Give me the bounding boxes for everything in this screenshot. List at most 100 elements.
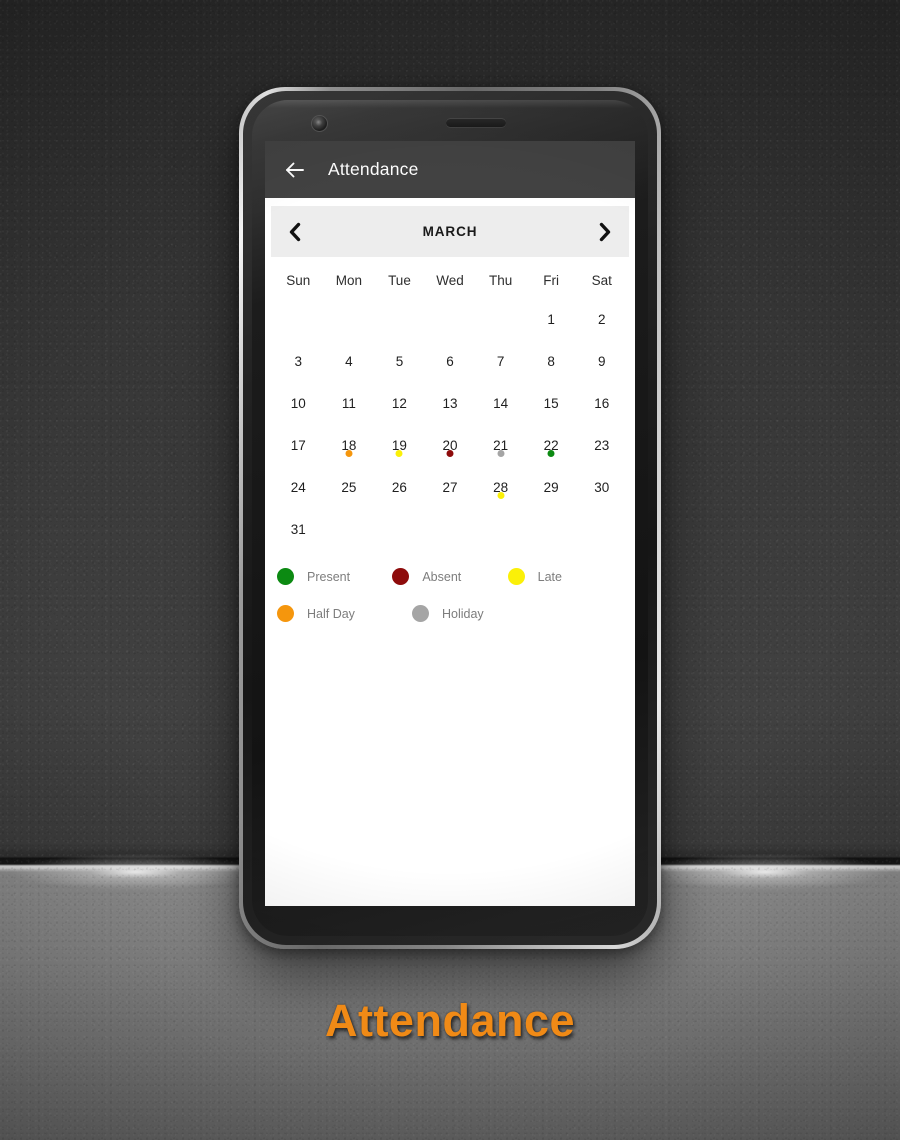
calendar-day-number: 25 [341, 480, 357, 495]
calendar-empty-cell [425, 504, 476, 546]
calendar-day-number [324, 504, 375, 523]
calendar-day-number: 27 [442, 480, 458, 495]
calendar-day-number: 17 [290, 438, 306, 453]
calendar-day-number [374, 504, 425, 523]
calendar-day-number: 22 [543, 438, 559, 453]
calendar-day-number: 1 [547, 312, 555, 327]
calendar-day-cell[interactable]: 20 [425, 420, 476, 462]
month-label: MARCH [422, 224, 478, 239]
legend-dot-icon [277, 568, 294, 585]
dow-label: Sat [591, 273, 612, 288]
attendance-status-dot-late [395, 450, 403, 457]
calendar-day-cell[interactable]: 21 [475, 420, 526, 462]
calendar-day-number: 15 [543, 396, 559, 411]
calendar-day-cell[interactable]: 15 [526, 378, 577, 420]
calendar-day-number: 28 [493, 480, 509, 495]
calendar-day-number [273, 294, 324, 313]
legend-rows: Present Absent Late Half Day Holiday [277, 568, 623, 622]
calendar-day-cell[interactable]: 9 [576, 336, 627, 378]
earpiece-speaker [446, 118, 506, 127]
calendar-day-cell[interactable]: 16 [576, 378, 627, 420]
calendar-day-cell[interactable]: 29 [526, 462, 577, 504]
calendar-dow-row: Sun Mon Tue Wed Thu Fri Sat [273, 257, 627, 294]
scene: Attendance MARCH Sun Mon Tue Wed Thu Fri… [0, 0, 900, 1140]
legend: Present Absent Late Half Day Holiday [265, 546, 635, 622]
calendar-day-number: 20 [442, 438, 458, 453]
legend-dot-icon [277, 605, 294, 622]
calendar-day-cell[interactable]: 17 [273, 420, 324, 462]
calendar-empty-cell [273, 294, 324, 336]
calendar-day-cell[interactable]: 23 [576, 420, 627, 462]
legend-item-present: Present [277, 568, 392, 585]
calendar-day-cell[interactable]: 31 [273, 504, 324, 546]
calendar-day-cell[interactable]: 8 [526, 336, 577, 378]
calendar-day-cell[interactable]: 2 [576, 294, 627, 336]
calendar-day-cell[interactable]: 1 [526, 294, 577, 336]
calendar-day-cell[interactable]: 24 [273, 462, 324, 504]
calendar-day-number: 31 [290, 522, 306, 537]
dow-label: Thu [488, 273, 513, 288]
dow-label: Sun [286, 273, 311, 288]
calendar-day-cell[interactable]: 25 [324, 462, 375, 504]
legend-row: Present Absent Late [277, 568, 623, 585]
calendar-day-cell[interactable]: 5 [374, 336, 425, 378]
calendar-day-cell[interactable]: 12 [374, 378, 425, 420]
dow-label: Mon [335, 273, 362, 288]
calendar-day-cell[interactable]: 28 [475, 462, 526, 504]
calendar-day-cell[interactable]: 18 [324, 420, 375, 462]
legend-dot-icon [412, 605, 429, 622]
calendar-day-number: 23 [594, 438, 610, 453]
phone-glass: Attendance MARCH Sun Mon Tue Wed Thu Fri… [252, 100, 648, 936]
chevron-right-icon[interactable] [597, 221, 613, 243]
chevron-left-icon[interactable] [287, 221, 303, 243]
calendar-day-cell[interactable]: 6 [425, 336, 476, 378]
calendar-day-cell[interactable]: 11 [324, 378, 375, 420]
dow-label: Tue [388, 273, 411, 288]
calendar-day-number [324, 294, 375, 313]
dow-label: Fri [543, 273, 560, 288]
calendar-week-row: 3 4 5 6 7 8 9 [273, 336, 627, 378]
calendar-day-number: 29 [543, 480, 559, 495]
app-screen: Attendance MARCH Sun Mon Tue Wed Thu Fri… [265, 141, 635, 906]
calendar-day-cell[interactable]: 26 [374, 462, 425, 504]
page-title: Attendance [328, 159, 419, 179]
calendar-day-number: 11 [341, 396, 356, 411]
calendar-day-number: 7 [496, 354, 505, 369]
calendar-empty-cell [374, 294, 425, 336]
calendar-day-cell[interactable]: 4 [324, 336, 375, 378]
calendar-day-number [374, 294, 425, 313]
arrow-left-icon[interactable] [283, 158, 307, 182]
legend-label: Present [307, 569, 351, 584]
calendar-weeks: 1 2 3 4 5 6 7 8 9 10 11 12 13 14 15 16 17 18 19 20 21 22 23 24 2… [273, 294, 627, 546]
calendar-empty-cell [374, 504, 425, 546]
calendar-day-cell[interactable]: 19 [374, 420, 425, 462]
calendar-day-number [425, 504, 476, 523]
calendar-day-cell[interactable]: 7 [475, 336, 526, 378]
legend-item-absent: Absent [392, 568, 507, 585]
calendar-day-cell[interactable]: 3 [273, 336, 324, 378]
dow-cell: Sat [576, 257, 627, 294]
legend-label: Late [537, 569, 562, 584]
legend-label: Half Day [307, 606, 355, 621]
calendar-day-cell[interactable]: 27 [425, 462, 476, 504]
calendar-day-cell[interactable]: 14 [475, 378, 526, 420]
calendar-day-number: 26 [391, 480, 407, 495]
calendar-day-number [526, 504, 577, 523]
calendar-empty-cell [475, 294, 526, 336]
calendar-day-number: 6 [446, 354, 454, 369]
phone-bezel: Attendance MARCH Sun Mon Tue Wed Thu Fri… [243, 91, 657, 945]
legend-row: Half Day Holiday [277, 605, 623, 622]
attendance-status-dot-absent [446, 450, 454, 457]
calendar-day-cell[interactable]: 10 [273, 378, 324, 420]
legend-item-half-day: Half Day [277, 605, 412, 622]
calendar-day-number [576, 504, 627, 523]
calendar-day-number: 14 [493, 396, 509, 411]
dow-cell: Thu [475, 257, 526, 294]
calendar-empty-cell [526, 504, 577, 546]
calendar-day-cell[interactable]: 13 [425, 378, 476, 420]
calendar-empty-cell [324, 504, 375, 546]
calendar-day-cell[interactable]: 22 [526, 420, 577, 462]
calendar-day-cell[interactable]: 30 [576, 462, 627, 504]
dow-cell: Tue [374, 257, 425, 294]
calendar-day-number: 16 [594, 396, 610, 411]
